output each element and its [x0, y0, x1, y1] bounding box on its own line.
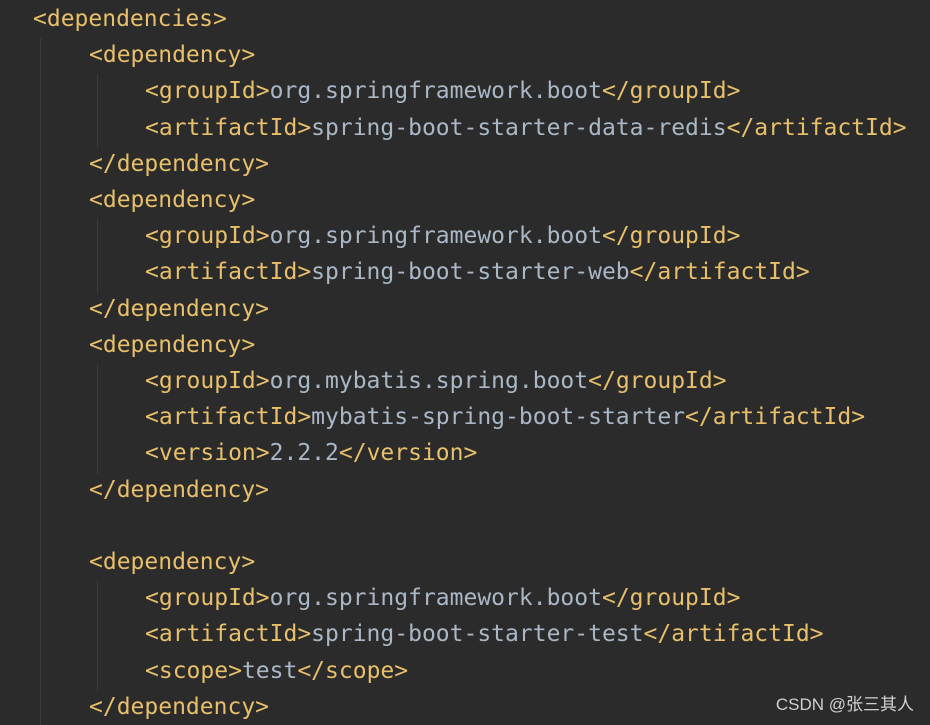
code-line[interactable]: <dependency> — [89, 182, 255, 218]
code-line[interactable]: <groupId>org.springframework.boot</group… — [145, 580, 740, 616]
indent-guide-block-4 — [97, 581, 98, 691]
xml-tag: <artifactId> — [145, 621, 312, 648]
xml-tag: </artifactId> — [643, 621, 824, 648]
xml-tag: </groupId> — [601, 78, 741, 105]
xml-tag: </dependency> — [89, 295, 270, 322]
xml-tag: <artifactId> — [145, 114, 312, 141]
xml-tag: </groupId> — [588, 368, 727, 394]
xml-text: spring-boot-starter-test — [311, 621, 644, 648]
xml-tag: <dependency> — [89, 549, 256, 575]
code-line[interactable]: <dependency> — [89, 544, 255, 580]
indent-guide-block-2 — [97, 219, 98, 293]
code-line[interactable]: <artifactId>spring-boot-starter-web</art… — [145, 254, 810, 290]
xml-tag: <artifactId> — [145, 404, 312, 431]
indent-guide-outer — [40, 38, 41, 725]
code-line[interactable]: <groupId>org.mybatis.spring.boot</groupI… — [145, 363, 727, 399]
xml-text: mybatis-spring-boot-starter — [311, 404, 686, 431]
code-editor[interactable]: <dependencies> <dependency> <groupId>org.s… — [0, 0, 930, 725]
xml-text: test — [241, 657, 298, 684]
xml-tag: <artifactId> — [145, 259, 312, 286]
watermark: CSDN @张三其人 — [775, 695, 914, 714]
code-line[interactable]: <version>2.2.2</version> — [145, 435, 477, 471]
xml-tag: <groupId> — [145, 585, 270, 612]
xml-tag: <groupId> — [145, 368, 270, 394]
indent-guide-block-1 — [97, 74, 98, 148]
code-line[interactable]: <artifactId>spring-boot-starter-test</ar… — [145, 616, 824, 652]
xml-tag: <dependencies> — [33, 6, 227, 32]
xml-tag: </artifactId> — [685, 404, 866, 431]
xml-text: spring-boot-starter-data-redis — [311, 114, 727, 141]
xml-tag: <groupId> — [145, 223, 270, 250]
xml-tag: <dependency> — [89, 331, 256, 358]
xml-tag: </version> — [338, 440, 478, 467]
xml-tag: <groupId> — [145, 78, 270, 105]
xml-text: org.springframework.boot — [269, 78, 602, 105]
xml-tag: <dependency> — [89, 187, 256, 213]
code-line[interactable]: <groupId>org.springframework.boot</group… — [145, 73, 740, 109]
code-line[interactable]: <artifactId>mybatis-spring-boot-starter<… — [145, 399, 865, 435]
code-line[interactable]: <dependencies> — [33, 1, 227, 37]
xml-tag: <version> — [145, 440, 270, 467]
xml-tag: </groupId> — [601, 223, 741, 250]
code-line[interactable]: <scope>test</scope> — [145, 653, 408, 689]
xml-tag: </artifactId> — [726, 114, 907, 141]
xml-tag: <scope> — [145, 657, 242, 684]
code-line[interactable]: <dependency> — [89, 37, 255, 73]
xml-tag: </dependency> — [89, 150, 270, 177]
xml-tag: </groupId> — [601, 585, 741, 612]
code-line[interactable]: </dependency> — [89, 146, 269, 182]
code-line[interactable]: <dependency> — [89, 327, 255, 363]
code-line[interactable]: <groupId>org.springframework.boot</group… — [145, 218, 740, 254]
code-line[interactable]: <artifactId>spring-boot-starter-data-red… — [145, 110, 907, 146]
xml-text: org.springframework.boot — [269, 223, 602, 250]
xml-text: spring-boot-starter-web — [311, 259, 630, 286]
xml-tag: </dependency> — [89, 693, 270, 720]
xml-tag: <dependency> — [89, 42, 256, 69]
xml-tag: </scope> — [297, 657, 409, 684]
code-line[interactable]: </dependency> — [89, 472, 269, 508]
xml-text: 2.2.2 — [269, 440, 339, 467]
xml-text: org.springframework.boot — [269, 585, 602, 612]
code-line[interactable]: </dependency> — [89, 689, 269, 725]
xml-text: org.mybatis.spring.boot — [269, 368, 589, 394]
indent-guide-block-3 — [97, 364, 98, 474]
code-line[interactable]: </dependency> — [89, 291, 269, 327]
xml-tag: </dependency> — [89, 476, 270, 503]
xml-tag: </artifactId> — [629, 259, 810, 286]
